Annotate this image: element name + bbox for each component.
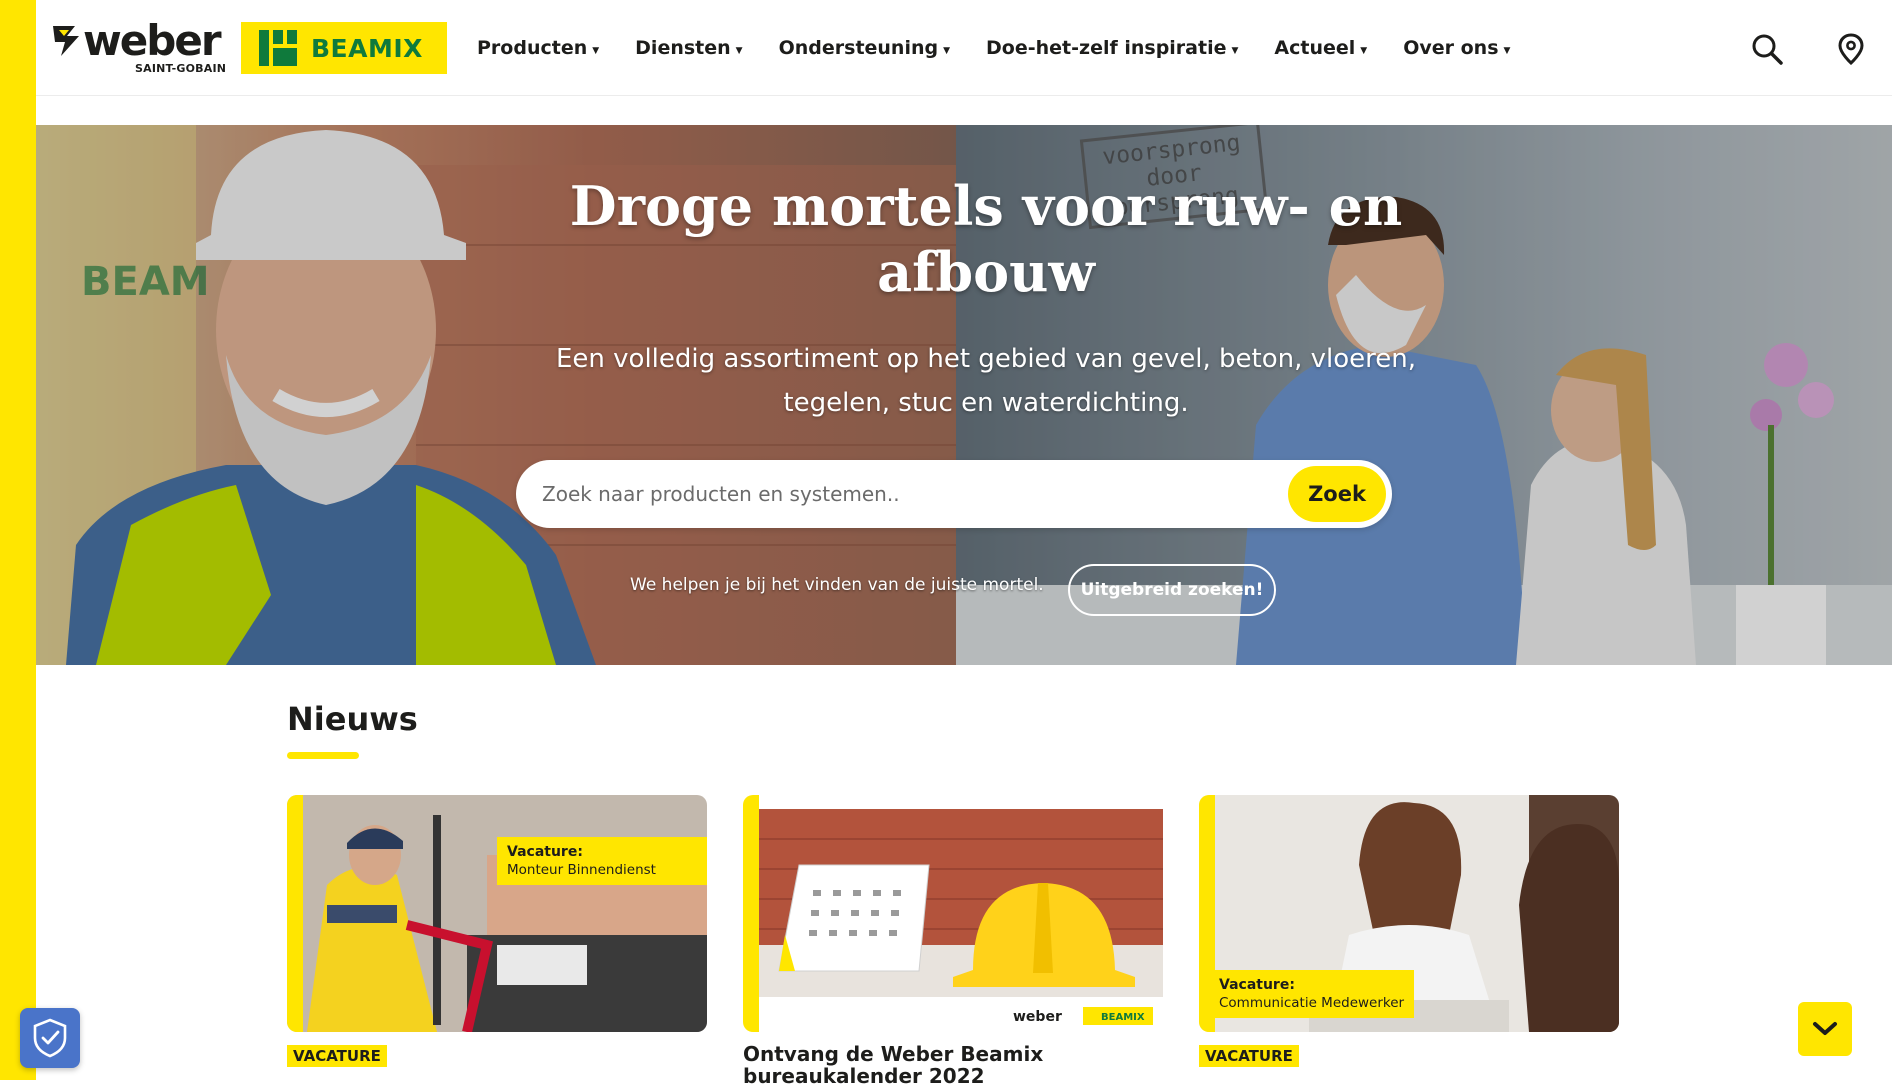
chevron-down-icon: ▼ <box>1360 46 1368 56</box>
news-heading-underline <box>287 752 359 759</box>
nav-item-label: Over ons <box>1403 37 1499 59</box>
news-card-kalender[interactable]: weber BEAMIX Ontvang de Weber Beamix bur… <box>743 795 1163 1087</box>
nav-item-label: Actueel <box>1274 37 1356 59</box>
left-accent-bar <box>0 0 36 1080</box>
advanced-search-button[interactable]: Uitgebreid zoeken! <box>1068 564 1276 616</box>
nav-item-label: Doe-het-zelf inspiratie <box>986 37 1227 59</box>
card-category-badge: VACATURE <box>287 1045 387 1067</box>
news-card-image[interactable]: Vacature: Communicatie Medewerker <box>1199 795 1619 1032</box>
card-image-accent <box>287 795 303 1032</box>
nav-item-doe-het-zelf[interactable]: Doe-het-zelf inspiratie ▼ <box>986 37 1238 59</box>
main-navigation: Producten ▼ Diensten ▼ Ondersteuning ▼ Doe-… <box>477 0 1546 96</box>
chevron-down-icon: ▼ <box>592 46 600 56</box>
search-input[interactable] <box>542 478 1242 510</box>
hero-banner: BEAM voorsprong door oorsprong Droge mor… <box>36 125 1892 665</box>
card-overlay-title: Monteur Binnendienst <box>507 862 656 878</box>
news-card-image[interactable]: weber BEAMIX <box>743 795 1163 1032</box>
svg-text:weber: weber <box>1013 1009 1062 1025</box>
hero-lead: Een volledig assortiment op het gebied v… <box>556 344 1416 418</box>
nav-item-ondersteuning[interactable]: Ondersteuning ▼ <box>779 37 950 59</box>
card-title[interactable]: Ontvang de Weber Beamix bureaukalender 2… <box>743 1043 1163 1087</box>
hero-title: Droge mortels voor ruw- en afbouw <box>569 174 1403 304</box>
svg-text:BEAMIX: BEAMIX <box>1101 1012 1145 1023</box>
card-overlay-type: Vacature: <box>507 844 583 860</box>
news-card-communicatie[interactable]: Vacature: Communicatie Medewerker VACATU… <box>1199 795 1619 1080</box>
weber-wordmark: weber <box>83 16 222 65</box>
nav-item-label: Producten <box>477 37 588 59</box>
cookie-settings-button[interactable] <box>20 1008 80 1068</box>
saint-gobain-label: SAINT-GOBAIN <box>135 62 227 75</box>
search-button[interactable]: Zoek <box>1288 466 1386 522</box>
chevron-down-icon <box>1813 1022 1837 1035</box>
weber-mark-icon <box>53 26 79 56</box>
nav-item-diensten[interactable]: Diensten ▼ <box>635 37 742 59</box>
nav-item-over-ons[interactable]: Over ons ▼ <box>1403 37 1510 59</box>
chevron-down-icon: ▼ <box>1503 46 1511 56</box>
nav-item-label: Diensten <box>635 37 731 59</box>
search-icon[interactable] <box>1750 32 1784 66</box>
product-search-bar: Zoek <box>516 460 1392 528</box>
scroll-down-button[interactable] <box>1798 1002 1852 1056</box>
chevron-down-icon: ▼ <box>735 46 743 56</box>
card-overlay-type: Vacature: <box>1219 977 1295 993</box>
beamix-wordmark: BEAMIX <box>311 34 423 63</box>
nav-item-actueel[interactable]: Actueel ▼ <box>1274 37 1367 59</box>
nav-item-label: Ondersteuning <box>778 37 939 59</box>
nav-item-producten[interactable]: Producten ▼ <box>477 37 599 59</box>
news-card-monteur[interactable]: Vacature: Monteur Binnendienst VACATURE <box>287 795 707 1080</box>
beamix-mark-icon <box>259 30 297 66</box>
card-overlay-label: Vacature: Monteur Binnendienst <box>497 837 707 885</box>
chevron-down-icon: ▼ <box>943 46 951 56</box>
chevron-down-icon: ▼ <box>1231 46 1239 56</box>
news-card-image[interactable]: Vacature: Monteur Binnendienst <box>287 795 707 1032</box>
site-header: weber SAINT-GOBAIN BEAMIX Producten ▼ Die… <box>36 0 1892 96</box>
beamix-logo[interactable]: BEAMIX <box>241 22 447 74</box>
card-image-accent <box>743 795 759 1032</box>
location-pin-icon[interactable] <box>1834 32 1868 66</box>
card-overlay-label: Vacature: Communicatie Medewerker <box>1209 970 1415 1018</box>
help-text: We helpen je bij het vinden van de juist… <box>630 575 1044 595</box>
weber-logo[interactable]: weber SAINT-GOBAIN <box>53 16 235 76</box>
factory-technician-photo <box>287 795 707 1032</box>
news-heading: Nieuws <box>287 700 418 738</box>
calendar-and-helmet-photo: weber BEAMIX <box>759 809 1163 1032</box>
shield-check-icon <box>33 1018 67 1058</box>
card-overlay-title: Communicatie Medewerker <box>1219 995 1405 1011</box>
card-category-badge: VACATURE <box>1199 1045 1299 1067</box>
